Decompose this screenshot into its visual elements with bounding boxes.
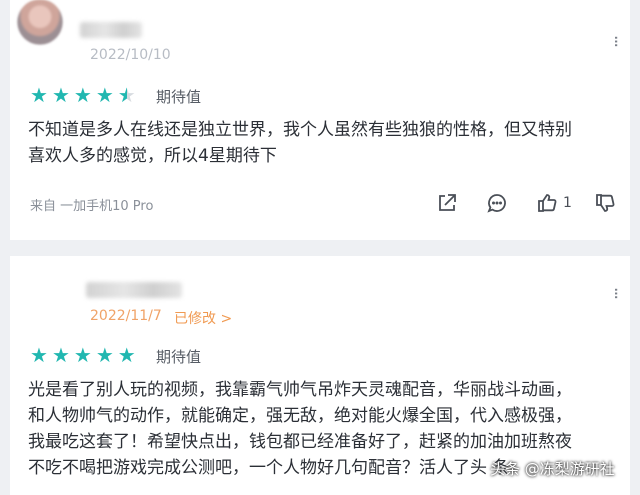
- share-icon: [439, 194, 456, 211]
- review-date: 2022/10/10: [90, 47, 171, 63]
- device-info: 来自 一加手机10 Pro: [30, 199, 154, 214]
- share-button[interactable]: [436, 192, 458, 214]
- star-icon: ★: [73, 343, 92, 367]
- review-date: 2022/11/7: [90, 308, 162, 324]
- thumbs-up-icon: [538, 194, 557, 212]
- comment-icon: [487, 194, 506, 213]
- thumbs-down-icon: [596, 194, 615, 212]
- dislike-button[interactable]: [594, 192, 616, 214]
- star-icon: ★: [30, 83, 48, 107]
- rating-label: 期待值: [156, 348, 202, 366]
- review-text: 不知道是多人在线还是独立世界，我个人虽然有些独狼的性格，但又特别 喜欢人多的感觉…: [28, 117, 623, 169]
- star-icon: ★: [95, 343, 114, 367]
- more-icon[interactable]: ···: [605, 287, 626, 298]
- half-star-icon: ★: [117, 83, 136, 107]
- review-text-line: 不知道是多人在线还是独立世界，我个人虽然有些独狼的性格，但又特别: [28, 120, 572, 140]
- star-icon: ★: [73, 83, 92, 107]
- star-icon: ★: [51, 343, 70, 367]
- star-icon: ★: [30, 343, 48, 367]
- more-icon[interactable]: ···: [605, 35, 626, 46]
- star-icon: ★: [95, 83, 114, 107]
- comment-button[interactable]: [486, 192, 508, 214]
- review-text-line: 和人物帅气的动作，就能确定，强无敌，绝对能火爆全国，代入感极强，: [28, 406, 572, 426]
- like-count: 1: [563, 195, 572, 211]
- review-text-line: 喜欢人多的感觉，所以4星期待下: [28, 146, 277, 166]
- review-text-line: 我最吃这套了！希望快点出，钱包都已经准备好了，赶紧的加油加班熬夜: [28, 432, 572, 452]
- star-icon: ★: [117, 343, 136, 367]
- rating-stars: ★ ★ ★ ★ ★: [30, 345, 136, 365]
- like-button[interactable]: 1: [536, 192, 572, 214]
- edited-link[interactable]: 已修改 >: [174, 308, 232, 328]
- username-blurred[interactable]: [86, 282, 182, 298]
- watermark: 头条 @冻梨游研社: [490, 460, 615, 478]
- avatar[interactable]: [18, 0, 62, 44]
- review-text-line: 光是看了别人玩的视频，我靠霸气帅气吊炸天灵魂配音，华丽战斗动画，: [28, 380, 572, 400]
- star-icon: ★: [51, 83, 70, 107]
- rating-label: 期待值: [156, 88, 202, 106]
- rating-stars: ★ ★ ★ ★ ★: [30, 85, 136, 105]
- username-blurred[interactable]: [80, 22, 142, 38]
